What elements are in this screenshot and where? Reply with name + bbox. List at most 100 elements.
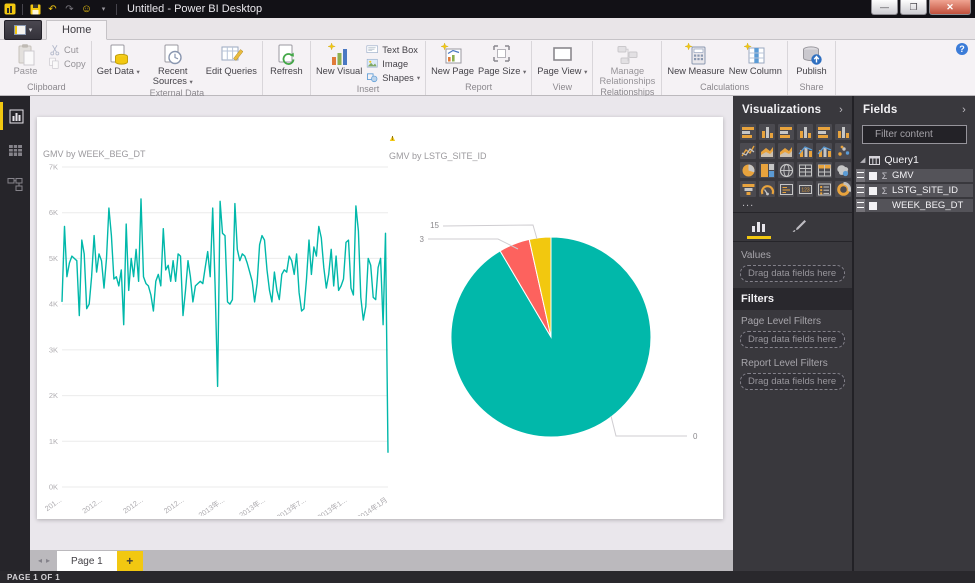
tab-format[interactable]: [787, 219, 811, 239]
chevron-down-icon: ▾: [29, 26, 33, 34]
collapse-chevron-icon[interactable]: ›: [839, 104, 843, 116]
svg-text:5K: 5K: [49, 254, 58, 263]
ribbon-group-label: View: [535, 82, 589, 95]
new-column-button[interactable]: New Column: [727, 42, 784, 78]
slicer-icon[interactable]: [816, 181, 832, 197]
line-chart-icon[interactable]: [740, 143, 756, 159]
field-row-gmv[interactable]: ΣGMV: [856, 169, 973, 182]
sidebar-item-relationships-view[interactable]: [0, 170, 30, 198]
donut-chart-icon[interactable]: [835, 181, 851, 197]
next-page-arrow-icon[interactable]: ▸: [46, 556, 50, 565]
values-drop-zone[interactable]: Drag data fields here: [740, 265, 845, 282]
ribbon-group-label: [266, 82, 307, 95]
stacked-column-chart-icon[interactable]: [759, 124, 775, 140]
minimize-button[interactable]: —: [871, 0, 898, 15]
sidebar-item-report-view[interactable]: [0, 102, 30, 130]
drag-handle[interactable]: [856, 199, 865, 212]
tab-fields[interactable]: [747, 219, 771, 239]
copy-button[interactable]: Copy: [46, 57, 88, 70]
field-checkbox[interactable]: [869, 187, 877, 195]
ribbon-group-label: Calculations: [665, 82, 784, 95]
field-search-box[interactable]: [862, 125, 967, 144]
manage-relationships-button[interactable]: Manage Relationships: [596, 42, 658, 87]
hundred-percent-stacked-column-chart-icon[interactable]: [835, 124, 851, 140]
search-input[interactable]: [873, 128, 962, 141]
tab-home[interactable]: Home: [46, 20, 107, 40]
pie-chart-icon[interactable]: [740, 162, 756, 178]
svg-text:0: 0: [693, 432, 698, 441]
page-tab-page-1[interactable]: Page 1: [57, 551, 117, 571]
paste-button[interactable]: Paste: [5, 42, 46, 78]
text-box-button[interactable]: Text Box: [364, 43, 422, 56]
page-size-button[interactable]: Page Size ▾: [476, 42, 528, 79]
clustered-bar-chart-icon[interactable]: [778, 124, 794, 140]
matrix-icon[interactable]: [816, 162, 832, 178]
drag-handle[interactable]: [856, 184, 865, 197]
image-button[interactable]: Image: [364, 57, 422, 70]
page-view-button[interactable]: Page View ▾: [535, 42, 589, 79]
help-icon[interactable]: ?: [956, 43, 968, 55]
save-icon[interactable]: [29, 3, 42, 16]
warning-icon[interactable]: ▲!: [388, 133, 400, 143]
field-row-week_beg_dt[interactable]: WEEK_BEG_DT: [856, 199, 973, 212]
multi-row-card-icon[interactable]: [778, 181, 794, 197]
drag-handle[interactable]: [856, 169, 865, 182]
line-chart-visual[interactable]: 7K6K5K4K3K2K1K0K201...2012...2012...2012…: [40, 160, 392, 516]
gauge-icon[interactable]: [759, 181, 775, 197]
refresh-button[interactable]: Refresh: [266, 42, 307, 78]
report-level-filters-label: Report Level Filters: [733, 352, 852, 372]
app-icon[interactable]: [3, 3, 16, 16]
clustered-column-chart-icon[interactable]: [797, 124, 813, 140]
publish-button[interactable]: Publish: [791, 42, 832, 78]
redo-icon[interactable]: ↷: [63, 3, 76, 16]
scatter-chart-icon[interactable]: [835, 143, 851, 159]
expand-triangle-icon[interactable]: ◢: [860, 156, 865, 164]
restore-button[interactable]: ❐: [900, 0, 927, 15]
line-and-clustered-column-chart-icon[interactable]: [816, 143, 832, 159]
pie-chart-visual[interactable]: 0315: [392, 150, 722, 490]
ribbon-group-label: Share: [791, 82, 832, 95]
line-and-stacked-column-chart-icon[interactable]: [797, 143, 813, 159]
prev-page-arrow-icon[interactable]: ◂: [38, 556, 42, 565]
sigma-icon: Σ: [881, 171, 888, 181]
card-icon[interactable]: 123: [797, 181, 813, 197]
field-checkbox[interactable]: [869, 172, 877, 180]
stacked-area-chart-icon[interactable]: [778, 143, 794, 159]
table-icon[interactable]: [797, 162, 813, 178]
shapes-button[interactable]: Shapes ▾: [364, 71, 422, 84]
field-checkbox[interactable]: [869, 202, 877, 210]
undo-icon[interactable]: ↶: [46, 3, 59, 16]
field-row-lstg_site_id[interactable]: ΣLSTG_SITE_ID: [856, 184, 973, 197]
stacked-bar-chart-icon[interactable]: [740, 124, 756, 140]
svg-text:4K: 4K: [49, 300, 58, 309]
toolbar-options-caret[interactable]: ▾: [97, 3, 110, 16]
report-page[interactable]: GMV by WEEK_BEG_DT 7K6K5K4K3K2K1K0K201..…: [37, 117, 723, 519]
treemap-icon[interactable]: [759, 162, 775, 178]
funnel-icon[interactable]: [740, 181, 756, 197]
cut-button[interactable]: Cut: [46, 43, 88, 56]
hundred-percent-stacked-bar-chart-icon[interactable]: [816, 124, 832, 140]
report-level-filters-drop-zone[interactable]: Drag data fields here: [740, 373, 845, 390]
filled-map-icon[interactable]: [835, 162, 851, 178]
ribbon-group-view: Page View ▾ View: [532, 41, 593, 95]
new-page-button[interactable]: New Page: [429, 42, 476, 78]
area-chart-icon[interactable]: [759, 143, 775, 159]
close-button[interactable]: ✕: [929, 0, 971, 15]
get-data-button[interactable]: Get Data ▾: [95, 42, 142, 79]
ribbon-group-external-data: Get Data ▾Recent Sources ▾Edit QueriesEx…: [92, 41, 263, 95]
more-visuals-ellipsis[interactable]: ...: [733, 197, 852, 210]
file-menu-button[interactable]: ▾: [4, 20, 42, 40]
edit-queries-button[interactable]: Edit Queries: [204, 42, 259, 78]
new-visual-button[interactable]: New Visual: [314, 42, 364, 78]
map-icon[interactable]: [778, 162, 794, 178]
feedback-smiley-icon[interactable]: ☺: [80, 3, 93, 16]
new-measure-button[interactable]: New Measure: [665, 42, 726, 78]
page-indicator: PAGE 1 OF 1: [7, 573, 60, 582]
recent-sources-button[interactable]: Recent Sources ▾: [142, 42, 204, 88]
ribbon-group-insert: New VisualText BoxImageShapes ▾Insert: [311, 41, 426, 95]
page-level-filters-drop-zone[interactable]: Drag data fields here: [740, 331, 845, 348]
table-node-query1[interactable]: ◢Query1: [854, 152, 975, 169]
sidebar-item-data-view[interactable]: [0, 136, 30, 164]
collapse-chevron-icon[interactable]: ›: [962, 104, 966, 116]
new-page-button[interactable]: +: [117, 551, 143, 571]
